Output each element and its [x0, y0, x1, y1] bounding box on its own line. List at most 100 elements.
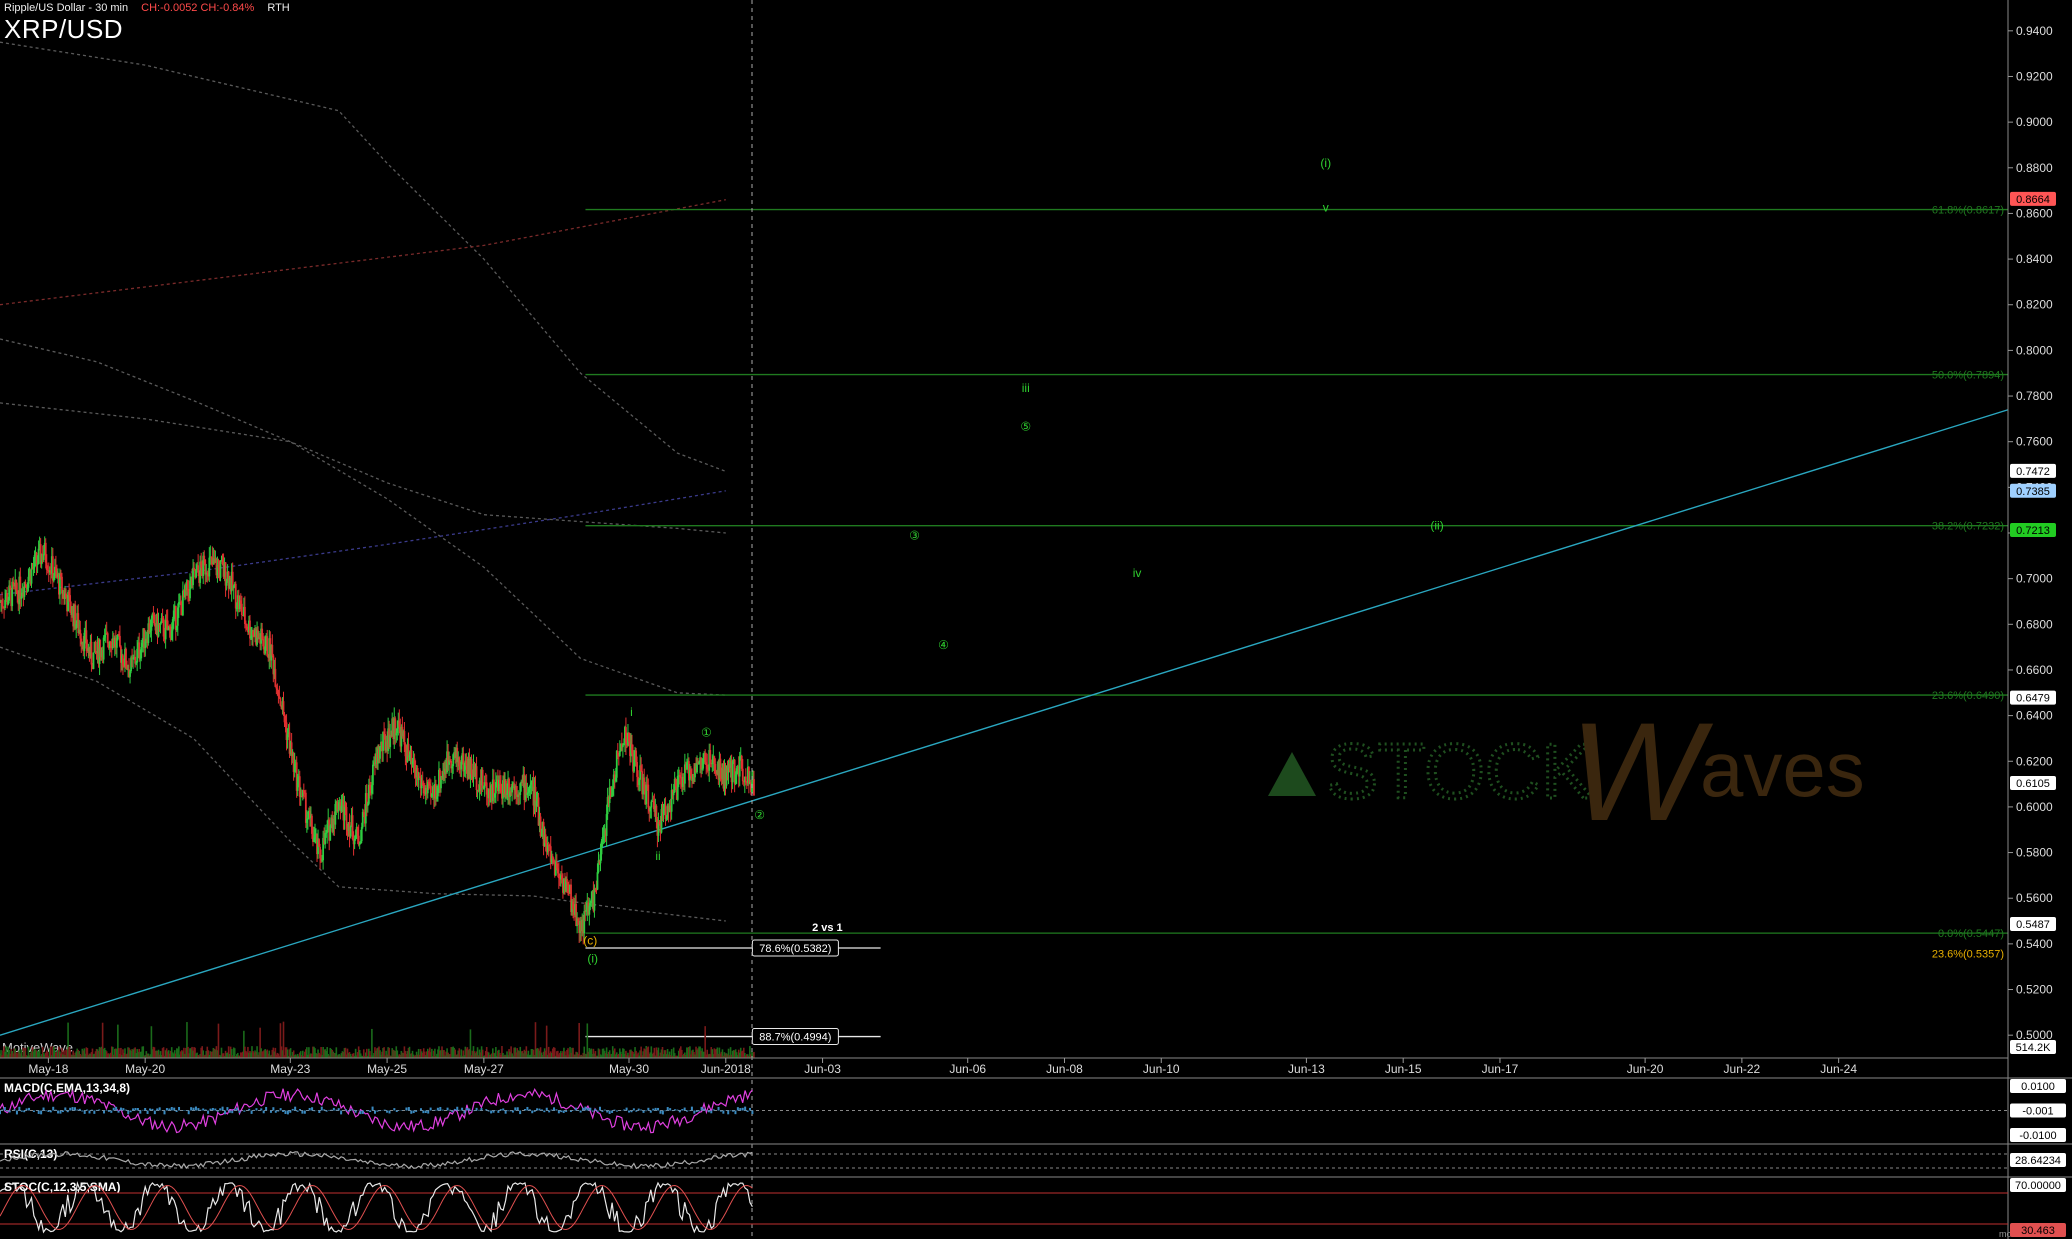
macd-histogram-bar — [301, 1110, 304, 1114]
macd-histogram-bar — [151, 1108, 154, 1111]
macd-histogram-bar — [548, 1110, 551, 1113]
watermark-w: W — [1570, 693, 1714, 850]
moving-average-2 — [0, 402, 726, 696]
candle-body — [360, 827, 363, 842]
macd-histogram-bar — [502, 1108, 505, 1111]
macd-histogram-bar — [262, 1110, 265, 1114]
candle-body — [731, 761, 734, 783]
macd-histogram-bar — [671, 1110, 674, 1112]
macd-histogram-bar — [533, 1110, 536, 1112]
macd-histogram-bar — [170, 1107, 173, 1111]
macd-histogram-bar — [59, 1110, 62, 1114]
wave-label-8: i — [630, 705, 633, 719]
indicator-panels: MACD(C,EMA,13,34,8) 0.0100-0.001-0.0100RS… — [0, 1077, 2072, 1237]
time-tick-label-2: May-23 — [270, 1062, 310, 1076]
macd-histogram-bar — [207, 1110, 210, 1114]
macd-histogram-bar — [475, 1107, 478, 1111]
macd-histogram-bar — [330, 1109, 333, 1111]
macd-histogram-bar — [332, 1107, 335, 1111]
macd-histogram-bar — [678, 1110, 681, 1113]
macd-histogram-bar — [538, 1108, 541, 1111]
macd-histogram-bar — [584, 1106, 587, 1111]
moving-average-3 — [0, 646, 726, 922]
time-tick-label-1: May-20 — [125, 1062, 165, 1076]
macd-histogram-bar — [139, 1110, 142, 1114]
macd-histogram-bar — [69, 1107, 72, 1111]
macd-histogram-bar — [344, 1109, 347, 1111]
macd-histogram-bar — [371, 1106, 374, 1111]
time-tick-label-9: Jun-08 — [1046, 1062, 1083, 1076]
macd-histogram-bar — [103, 1110, 106, 1114]
macd-histogram-bar — [284, 1110, 287, 1114]
macd-histogram-bar — [64, 1107, 67, 1111]
candle-body — [337, 809, 340, 812]
price-chart[interactable]: 61.8%(0.8617) 50.0%(0.7894) 38.2%(0.7232) 2… — [0, 0, 2072, 1239]
macd-histogram-bar — [78, 1108, 81, 1111]
macd-histogram-bar — [424, 1110, 427, 1114]
price-tick-label-22: 0.9400 — [2016, 24, 2053, 38]
macd-histogram-bar — [543, 1110, 546, 1113]
macd-histogram-bar — [132, 1108, 135, 1111]
macd-histogram-bar — [410, 1110, 413, 1114]
macd-histogram-bar — [719, 1110, 722, 1112]
volume-bar — [704, 1026, 706, 1058]
macd-histogram-bar — [20, 1110, 23, 1112]
wave-label-4: ③ — [909, 528, 920, 542]
candle-body — [481, 769, 484, 788]
macd-histogram-bar — [748, 1107, 751, 1111]
macd-histogram-bar — [44, 1110, 47, 1112]
extension-label: 23.6%(0.5357) — [1932, 949, 2004, 961]
macd-histogram-bar — [228, 1110, 231, 1113]
moving-average-4 — [0, 490, 726, 596]
moving-average-1 — [0, 338, 726, 534]
macd-histogram-bar — [644, 1110, 647, 1112]
macd-histogram-bar — [214, 1108, 217, 1111]
macd-histogram-bar — [536, 1108, 539, 1111]
macd-histogram-bar — [478, 1109, 481, 1111]
fib-label-0: 61.8%(0.8617) — [1932, 205, 2004, 217]
macd-histogram-bar — [485, 1109, 488, 1111]
macd-histogram-bar — [37, 1110, 40, 1114]
price-tick-label-2: 0.5400 — [2016, 937, 2053, 951]
time-tick-label-8: Jun-06 — [949, 1062, 986, 1076]
wave-label-10: ② — [754, 808, 765, 822]
indicator-line-0 — [0, 1087, 753, 1134]
panel-tag-label-1-0: 28.64234 — [2015, 1155, 2061, 1167]
macd-histogram-bar — [654, 1107, 657, 1111]
vs-label: 2 vs 1 — [812, 922, 843, 934]
macd-histogram-bar — [354, 1110, 357, 1113]
macd-histogram-bar — [13, 1109, 16, 1111]
macd-histogram-bar — [514, 1107, 517, 1111]
macd-histogram-bar — [693, 1110, 696, 1114]
price-axis[interactable]: 0.50000.52000.54000.56000.58000.60000.62… — [2007, 0, 2056, 1239]
price-tag-label-5: 0.6105 — [2016, 778, 2050, 790]
macd-histogram-bar — [603, 1109, 606, 1111]
macd-histogram-bar — [173, 1107, 176, 1111]
macd-histogram-bar — [187, 1110, 190, 1115]
macd-histogram-bar — [741, 1107, 744, 1111]
macd-histogram-bar — [115, 1106, 118, 1111]
macd-histogram-bar — [238, 1110, 241, 1113]
macd-histogram-bar — [42, 1107, 45, 1111]
macd-histogram-bar — [553, 1107, 556, 1111]
wave-label-12: (c) — [583, 933, 597, 947]
volume-bar — [578, 1022, 580, 1058]
time-tick-label-12: Jun-15 — [1385, 1062, 1422, 1076]
candle-body — [266, 636, 269, 656]
macd-histogram-bar — [194, 1106, 197, 1111]
wave-label-13: (i) — [587, 952, 598, 966]
candle-body — [219, 561, 222, 578]
macd-histogram-bar — [688, 1110, 691, 1112]
time-tick-label-5: May-30 — [609, 1062, 649, 1076]
macd-histogram-bar — [286, 1110, 289, 1115]
macd-histogram-bar — [76, 1109, 79, 1111]
candle-body — [240, 603, 243, 615]
trendline[interactable] — [0, 409, 2009, 1036]
macd-histogram-bar — [647, 1107, 650, 1111]
macd-histogram-bar — [98, 1109, 101, 1111]
macd-histogram-bar — [707, 1110, 710, 1113]
time-axis[interactable]: May-18 May-20 May-23 May-25 May-27 May-30 Jun-… — [0, 1057, 2008, 1076]
time-tick-label-15: Jun-22 — [1724, 1062, 1761, 1076]
macd-histogram-bar — [105, 1109, 108, 1111]
macd-histogram-bar — [81, 1110, 84, 1112]
